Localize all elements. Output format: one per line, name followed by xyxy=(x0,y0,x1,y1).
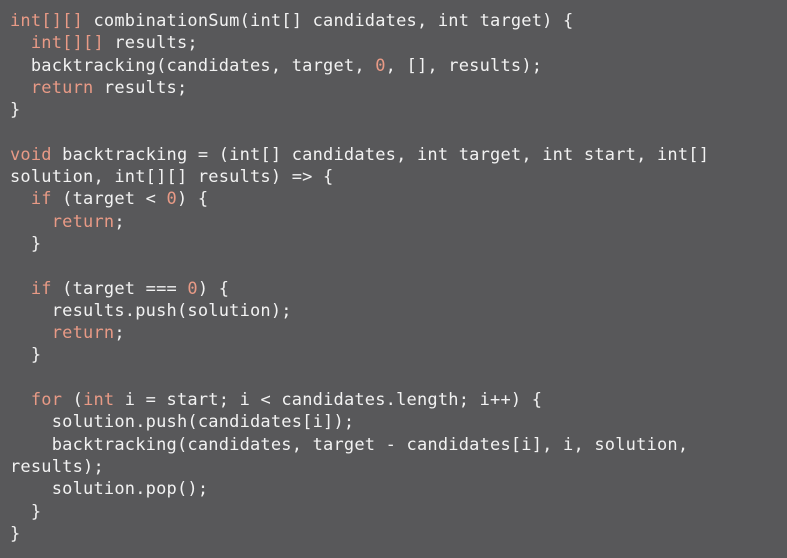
keyword-token: void xyxy=(10,144,52,165)
code-line: backtracking(candidates, target, 0, [], … xyxy=(10,55,787,77)
number-token: 0 xyxy=(187,278,198,299)
code-line: } xyxy=(10,99,787,121)
keyword-token: for xyxy=(30,390,63,411)
code-token: backtracking(candidates, target, xyxy=(10,55,376,76)
keyword-token: if xyxy=(30,278,52,299)
keyword-token: if xyxy=(30,189,52,210)
keyword-token: int[][] xyxy=(30,33,104,54)
code-token: ) { xyxy=(176,189,209,210)
code-token: ; xyxy=(114,323,125,344)
code-line: for (int i = start; i < candidates.lengt… xyxy=(10,389,787,411)
keyword-token: return xyxy=(51,211,115,232)
code-editor: int[][] combinationSum(int[] candidates,… xyxy=(0,0,787,558)
code-line: results); xyxy=(10,456,787,478)
code-token: results); xyxy=(10,456,104,477)
keyword-token: int[][] xyxy=(10,11,84,31)
code-token: ( xyxy=(62,390,84,411)
code-line: int[][] combinationSum(int[] candidates,… xyxy=(10,10,787,32)
code-token: } xyxy=(10,345,42,366)
code-line: return results; xyxy=(10,77,787,99)
code-token: (target === xyxy=(51,278,188,299)
code-token: ) { xyxy=(197,278,230,299)
code-line: solution.pop(); xyxy=(10,478,787,500)
keyword-token: return xyxy=(30,77,94,98)
code-token: backtracking = (int[] candidates, int ta… xyxy=(51,144,710,165)
code-token: solution.push(candidates[i]); xyxy=(10,412,355,433)
code-token: solution.pop(); xyxy=(10,479,209,500)
code-line: } xyxy=(10,523,787,545)
code-line: solution.push(candidates[i]); xyxy=(10,411,787,433)
code-token: ; xyxy=(114,211,125,232)
code-token: results.push(solution); xyxy=(10,300,292,321)
code-token: } xyxy=(10,501,42,522)
code-token: } xyxy=(10,100,21,121)
number-token: 0 xyxy=(166,189,177,210)
keyword-token: int xyxy=(83,390,115,411)
code-token: results; xyxy=(103,33,198,54)
code-token: } xyxy=(10,233,42,254)
code-token: (target < xyxy=(51,189,167,210)
code-line: return; xyxy=(10,211,787,233)
code-line: int[][] results; xyxy=(10,32,787,54)
code-line: } xyxy=(10,501,787,523)
code-line: if (target < 0) { xyxy=(10,188,787,210)
code-line: results.push(solution); xyxy=(10,300,787,322)
code-token: , [], results); xyxy=(385,55,543,76)
code-token: results; xyxy=(93,77,188,98)
code-token: i = start; i < candidates.length; i++) { xyxy=(114,390,543,411)
code-line: backtracking(candidates, target - candid… xyxy=(10,434,787,456)
code-line: if (target === 0) { xyxy=(10,278,787,300)
code-line: void backtracking = (int[] candidates, i… xyxy=(10,144,787,166)
code-token: } xyxy=(10,523,21,544)
code-line: } xyxy=(10,233,787,255)
code-token: backtracking(candidates, target - candid… xyxy=(10,434,689,455)
code-line: return; xyxy=(10,322,787,344)
number-token: 0 xyxy=(375,55,386,76)
keyword-token: return xyxy=(51,323,115,344)
code-line: } xyxy=(10,344,787,366)
code-line: solution, int[][] results) => { xyxy=(10,166,787,188)
code-token: solution, int[][] results) => { xyxy=(10,167,334,188)
code-token: combinationSum(int[] candidates, int tar… xyxy=(83,11,574,31)
